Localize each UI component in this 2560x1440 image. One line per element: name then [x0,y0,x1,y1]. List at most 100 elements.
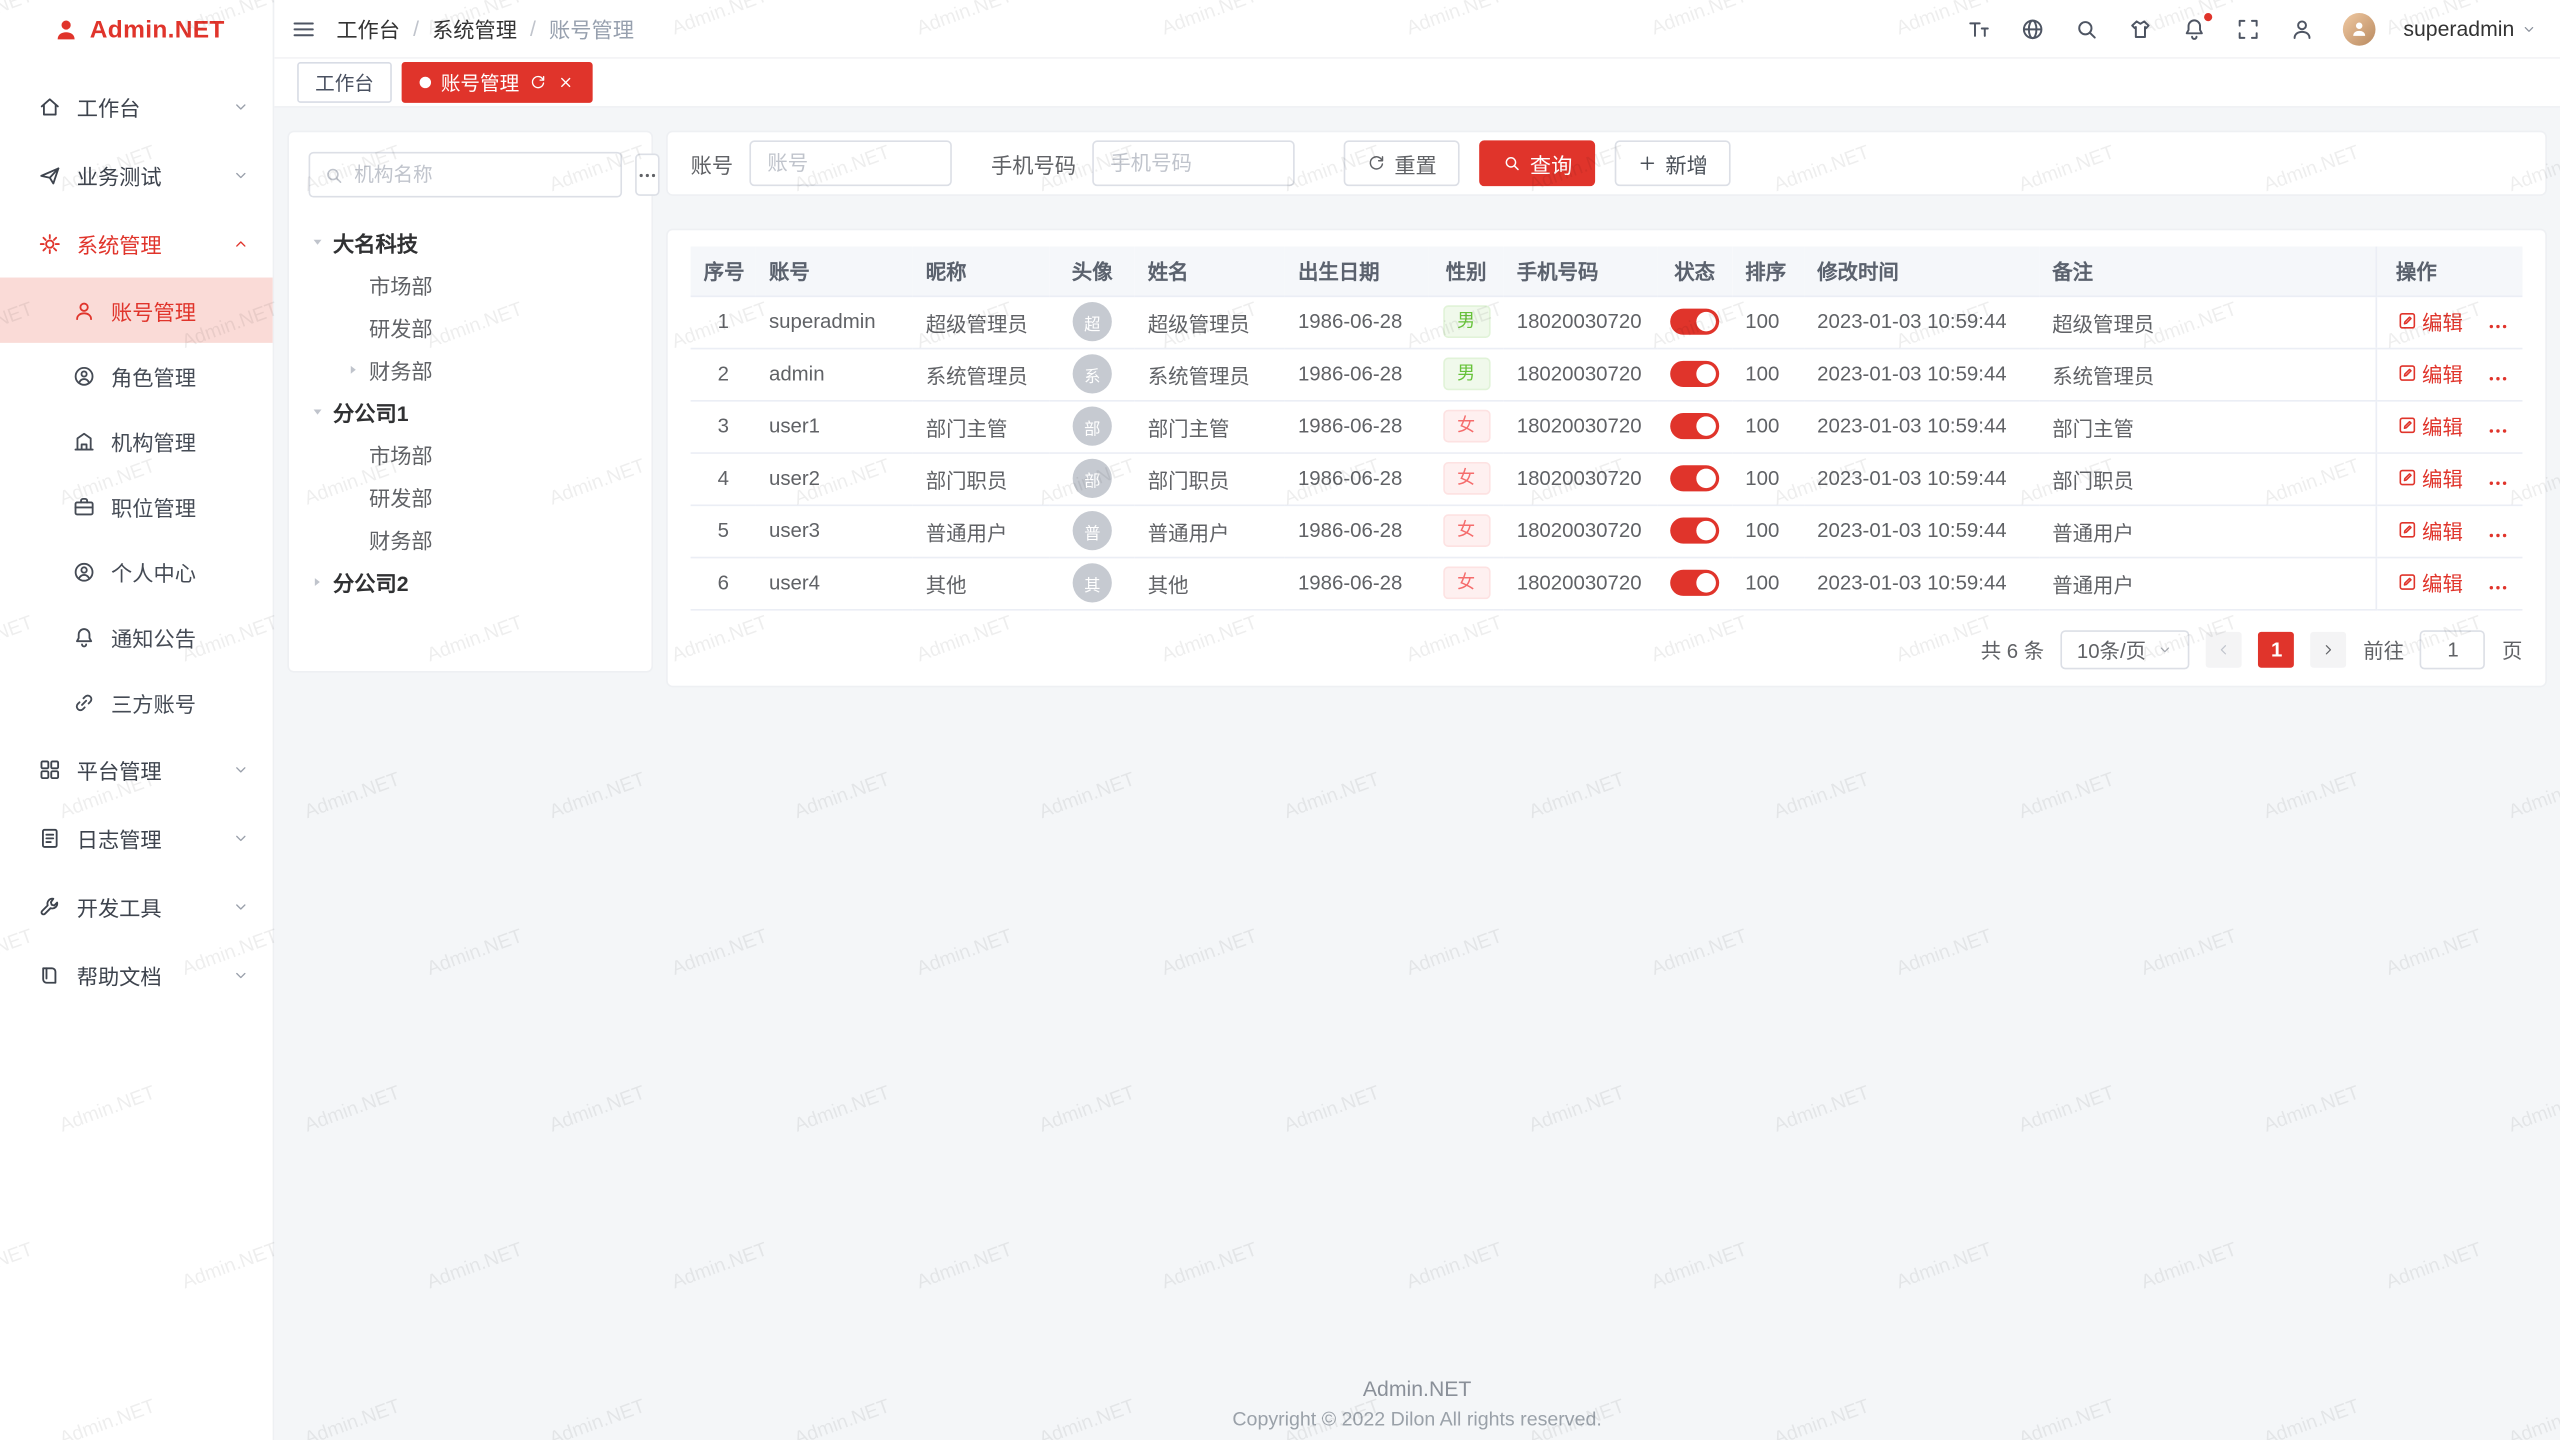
account-input[interactable] [749,140,951,186]
language-icon[interactable] [2020,16,2046,42]
org-tree-node[interactable]: 研发部 [344,305,631,347]
more-actions-icon[interactable] [2486,576,2509,599]
search-icon[interactable] [2074,16,2100,42]
edit-button[interactable]: 编辑 [2396,306,2463,337]
sidebar-subitem[interactable]: 三方账号 [0,669,273,734]
tab-refresh-icon[interactable] [529,73,547,91]
status-toggle[interactable] [1670,361,1719,387]
sidebar-subitem[interactable]: 通知公告 [0,604,273,669]
user-avatar[interactable] [2343,12,2376,45]
org-tree-node[interactable]: 分公司1 [309,390,632,432]
status-toggle[interactable] [1670,465,1719,491]
breadcrumb-item[interactable]: 工作台 [336,13,400,44]
user-menu[interactable]: superadmin [2403,16,2537,40]
sidebar-item-label: 开发工具 [77,891,162,922]
theme-icon [2127,16,2153,42]
phone-input[interactable] [1092,140,1294,186]
cell-time: 2023-01-03 10:59:44 [1804,557,2039,609]
more-actions-icon[interactable] [2486,472,2509,495]
sidebar-item[interactable]: 帮助文档 [0,940,273,1009]
app-logo[interactable]: Admin.NET [0,0,273,59]
column-header-name: 姓名 [1135,247,1285,296]
cell-remark: 超级管理员 [2039,296,2375,348]
breadcrumb-item[interactable]: 系统管理 [432,13,517,44]
status-toggle[interactable] [1670,413,1719,439]
cell-no: 2 [691,348,756,400]
sidebar-item-label: 帮助文档 [77,959,162,990]
position-icon [72,494,96,518]
cell-ops: 编辑 [2376,296,2523,348]
current-page-button[interactable]: 1 [2259,631,2295,667]
search-icon [2074,16,2100,42]
column-header-no: 序号 [691,247,756,296]
search-button[interactable]: 查询 [1479,140,1595,186]
tab-workbench[interactable]: 工作台 [297,62,392,103]
more-actions-icon[interactable] [2486,419,2509,442]
topbar-actions: superadmin [1966,12,2537,45]
status-toggle[interactable] [1670,518,1719,544]
status-toggle[interactable] [1670,570,1719,596]
sidebar-item[interactable]: 系统管理 [0,209,273,278]
caret-down-icon[interactable] [309,233,327,251]
tab-close-icon[interactable] [557,73,575,91]
profile-icon [72,559,96,583]
prev-page-button[interactable] [2206,631,2242,667]
hamburger-icon[interactable] [291,16,317,42]
org-tree-node[interactable]: 市场部 [344,433,631,475]
edit-button[interactable]: 编辑 [2396,567,2463,598]
sidebar-item[interactable]: 平台管理 [0,735,273,804]
org-more-button[interactable] [635,153,659,195]
status-toggle[interactable] [1670,309,1719,335]
sidebar-item[interactable]: 日志管理 [0,803,273,872]
caret-right-icon[interactable] [309,572,327,590]
column-header-order: 排序 [1732,247,1804,296]
org-tree-node[interactable]: 研发部 [344,475,631,517]
font-size-icon[interactable] [1966,16,1992,42]
sidebar-subitem[interactable]: 职位管理 [0,473,273,538]
org-search-input[interactable] [354,163,607,186]
more-actions-icon[interactable] [2486,315,2509,338]
sidebar-item[interactable]: 工作台 [0,72,273,141]
next-page-button[interactable] [2311,631,2347,667]
goto-page-input[interactable] [2420,629,2485,668]
org-tree-node[interactable]: 分公司2 [309,560,632,602]
notification-icon[interactable] [2181,16,2207,42]
theme-icon[interactable] [2127,16,2153,42]
add-button[interactable]: 新增 [1615,140,1731,186]
org-tree-node[interactable]: 财务部 [344,518,631,560]
edit-icon [2396,310,2417,331]
sidebar-item[interactable]: 开发工具 [0,872,273,941]
edit-label: 编辑 [2422,515,2463,546]
refresh-icon [1367,153,1387,173]
sidebar-subitem[interactable]: 机构管理 [0,408,273,473]
org-tree-node[interactable]: 市场部 [344,263,631,305]
edit-button[interactable]: 编辑 [2396,462,2463,493]
more-actions-icon[interactable] [2486,524,2509,547]
org-tree-node[interactable]: 大名科技 [309,220,632,262]
fullscreen-icon[interactable] [2235,16,2261,42]
cell-phone: 18020030720 [1504,557,1657,609]
sidebar-subitem[interactable]: 个人中心 [0,539,273,604]
caret-down-icon[interactable] [309,402,327,420]
tab-account-management[interactable]: 账号管理 [402,62,593,103]
edit-button[interactable]: 编辑 [2396,410,2463,441]
pagination: 共 6 条 10条/页 1 前往 [691,629,2523,668]
cell-account: user1 [756,400,913,452]
row-avatar: 部 [1073,459,1112,498]
edit-button[interactable]: 编辑 [2396,358,2463,389]
more-actions-icon[interactable] [2486,367,2509,390]
edit-button[interactable]: 编辑 [2396,515,2463,546]
sidebar-subitem[interactable]: 角色管理 [0,343,273,408]
sidebar-subitem-label: 个人中心 [111,556,196,587]
reset-button[interactable]: 重置 [1344,140,1460,186]
column-header-nickname: 昵称 [913,247,1050,296]
account-icon[interactable] [2289,16,2315,42]
sidebar-subitem[interactable]: 账号管理 [0,278,273,343]
fullscreen-icon [2235,16,2261,42]
column-header-phone: 手机号码 [1504,247,1657,296]
org-tree-node[interactable]: 财务部 [344,348,631,390]
sidebar-item[interactable]: 业务测试 [0,140,273,209]
page-size-select[interactable]: 10条/页 [2061,629,2191,668]
caret-right-icon[interactable] [344,360,362,378]
gender-badge: 男 [1442,358,1489,391]
